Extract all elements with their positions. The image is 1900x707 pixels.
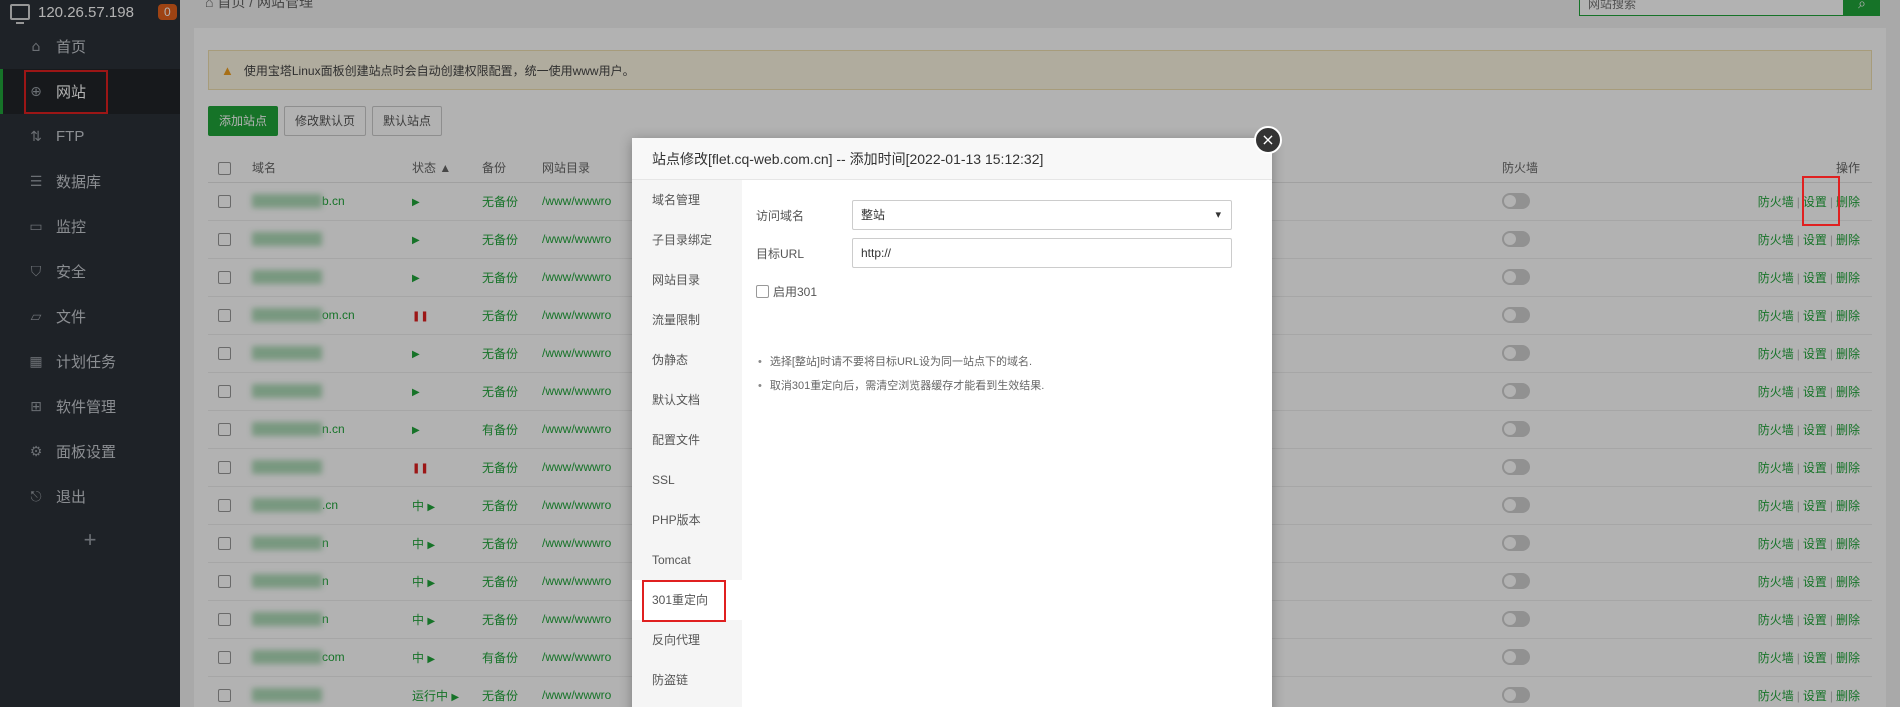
domain-select-value: 整站 (861, 208, 886, 222)
redirect-form: 访问域名 整站 ▾ 目标URL http:// 启用301 选择[整站]时请不要… (742, 180, 1272, 707)
modal-nav-item[interactable]: Tomcat (632, 540, 742, 580)
modal-nav-item[interactable]: 域名管理 (632, 180, 742, 220)
modal-nav-item[interactable]: PHP版本 (632, 500, 742, 540)
modal-nav-item[interactable]: 配置文件 (632, 420, 742, 460)
modal-nav-item[interactable]: 子目录绑定 (632, 220, 742, 260)
modal-nav-item[interactable]: SSL (632, 460, 742, 500)
enable-301-checkbox[interactable] (756, 284, 769, 298)
modal-nav-item[interactable]: 防盗链 (632, 660, 742, 700)
enable-301-label[interactable]: 启用301 (773, 283, 817, 300)
domain-row: 访问域名 整站 ▾ (756, 196, 1272, 234)
chevron-down-icon: ▾ (1215, 209, 1221, 221)
close-icon[interactable]: × (1254, 126, 1282, 154)
modal-nav-item[interactable]: 301重定向 (632, 580, 742, 620)
modal-nav-item[interactable]: 默认文档 (632, 380, 742, 420)
note-2: 取消301重定向后，需清空浏览器缓存才能看到生效结果. (758, 374, 1272, 398)
modal-title: 站点修改[flet.cq-web.com.cn] -- 添加时间[2022-01… (632, 138, 1272, 180)
domain-select[interactable]: 整站 ▾ (852, 200, 1232, 230)
url-row: 目标URL http:// (756, 234, 1272, 272)
modal-nav-item[interactable]: 伪静态 (632, 340, 742, 380)
modal-nav-item[interactable]: 流量限制 (632, 300, 742, 340)
note-1: 选择[整站]时请不要将目标URL设为同一站点下的域名. (758, 350, 1272, 374)
modal-nav-item[interactable]: 反向代理 (632, 620, 742, 660)
modal-nav: 域名管理 子目录绑定 网站目录 流量限制 伪静态 默认文档 配置文件 SSL PHP版本 Tomc… (632, 180, 742, 707)
target-url-input[interactable]: http:// (852, 238, 1232, 268)
domain-label: 访问域名 (756, 208, 805, 223)
notes: 选择[整站]时请不要将目标URL设为同一站点下的域名. 取消301重定向后，需清… (756, 350, 1272, 398)
url-label: 目标URL (756, 246, 805, 261)
enable-301-row: 启用301 (756, 272, 1272, 310)
site-edit-modal: 站点修改[flet.cq-web.com.cn] -- 添加时间[2022-01… (632, 138, 1272, 707)
modal-nav-item[interactable]: 网站目录 (632, 260, 742, 300)
